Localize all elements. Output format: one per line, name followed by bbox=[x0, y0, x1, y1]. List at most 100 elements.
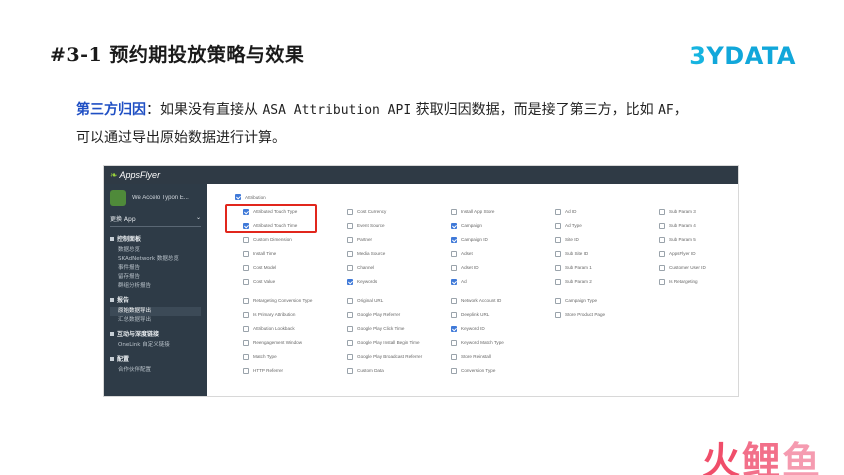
field-option[interactable]: Sub Param 1 bbox=[555, 264, 592, 271]
field-option[interactable]: Match Type bbox=[243, 353, 277, 360]
field-checkbox[interactable] bbox=[347, 236, 353, 243]
field-option[interactable]: Cost Value bbox=[243, 278, 275, 285]
field-option[interactable]: Retargeting Conversion Type bbox=[243, 297, 312, 304]
field-checkbox[interactable] bbox=[451, 297, 457, 304]
field-option[interactable]: Install Time bbox=[243, 250, 276, 257]
field-checkbox[interactable] bbox=[555, 250, 561, 257]
field-checkbox[interactable] bbox=[555, 297, 561, 304]
field-option[interactable]: Sub Param 2 bbox=[555, 278, 592, 285]
sidebar-group[interactable]: 报告 bbox=[110, 295, 201, 304]
field-checkbox[interactable] bbox=[347, 278, 353, 285]
field-option[interactable]: HTTP Referrer bbox=[243, 367, 283, 374]
field-option[interactable]: Campaign bbox=[451, 222, 482, 229]
field-checkbox[interactable] bbox=[555, 222, 561, 229]
field-checkbox[interactable] bbox=[451, 325, 457, 332]
sidebar-item[interactable]: 留存报告 bbox=[110, 273, 201, 282]
change-app-select[interactable]: 更换 App ⌄ bbox=[110, 214, 201, 227]
field-checkbox[interactable] bbox=[347, 222, 353, 229]
field-checkbox[interactable] bbox=[659, 236, 665, 243]
field-checkbox[interactable] bbox=[555, 264, 561, 271]
field-option[interactable]: Sub Param 3 bbox=[659, 208, 696, 215]
field-option[interactable]: Adset ID bbox=[451, 264, 479, 271]
field-option[interactable]: Is Primary Attribution bbox=[243, 311, 295, 318]
field-checkbox[interactable] bbox=[243, 264, 249, 271]
field-checkbox[interactable] bbox=[243, 339, 249, 346]
field-option[interactable]: Store Reinstall bbox=[451, 353, 491, 360]
field-option[interactable]: Keywords bbox=[347, 278, 377, 285]
field-checkbox[interactable] bbox=[243, 311, 249, 318]
field-option[interactable]: Ad ID bbox=[555, 208, 577, 215]
field-checkbox[interactable] bbox=[659, 264, 665, 271]
field-checkbox[interactable] bbox=[451, 208, 457, 215]
field-option[interactable]: Store Product Page bbox=[555, 311, 605, 318]
sidebar-group[interactable]: 配置 bbox=[110, 354, 201, 363]
field-option[interactable]: Sub Param 5 bbox=[659, 236, 696, 243]
field-option[interactable]: Custom Dimension bbox=[243, 236, 292, 243]
field-checkbox[interactable] bbox=[243, 236, 249, 243]
sidebar-group[interactable]: 控制面板 bbox=[110, 234, 201, 243]
field-option[interactable]: Ad bbox=[451, 278, 467, 285]
field-checkbox[interactable] bbox=[347, 311, 353, 318]
field-checkbox[interactable] bbox=[555, 311, 561, 318]
field-checkbox[interactable] bbox=[347, 250, 353, 257]
field-checkbox[interactable] bbox=[451, 339, 457, 346]
field-checkbox[interactable] bbox=[451, 367, 457, 374]
field-checkbox[interactable] bbox=[555, 278, 561, 285]
field-option[interactable]: Adset bbox=[451, 250, 473, 257]
field-option[interactable]: Keyword Match Type bbox=[451, 339, 504, 346]
field-option[interactable]: Campaign ID bbox=[451, 236, 488, 243]
app-switcher[interactable]: We Accelo Typon E... bbox=[110, 190, 201, 206]
field-checkbox[interactable] bbox=[451, 222, 457, 229]
field-checkbox[interactable] bbox=[347, 208, 353, 215]
field-option[interactable]: Deeplink URL bbox=[451, 311, 489, 318]
attribution-toggle[interactable]: Attribution bbox=[235, 194, 266, 200]
field-option[interactable]: Google Play Referrer bbox=[347, 311, 400, 318]
field-checkbox[interactable] bbox=[243, 250, 249, 257]
sidebar-item[interactable]: 事件报告 bbox=[110, 264, 201, 273]
field-checkbox[interactable] bbox=[451, 264, 457, 271]
field-checkbox[interactable] bbox=[659, 222, 665, 229]
field-option[interactable]: Cost Currency bbox=[347, 208, 386, 215]
field-option[interactable]: Event Source bbox=[347, 222, 385, 229]
field-checkbox[interactable] bbox=[659, 250, 665, 257]
field-option[interactable]: Google Play Broadcast Referrer bbox=[347, 353, 422, 360]
field-option[interactable]: Is Retargeting bbox=[659, 278, 698, 285]
field-option[interactable]: Conversion Type bbox=[451, 367, 495, 374]
field-checkbox[interactable] bbox=[347, 325, 353, 332]
field-option[interactable]: Google Play Click Time bbox=[347, 325, 405, 332]
field-option[interactable]: Customer User ID bbox=[659, 264, 706, 271]
field-checkbox[interactable] bbox=[243, 353, 249, 360]
field-option[interactable]: Campaign Type bbox=[555, 297, 597, 304]
field-checkbox[interactable] bbox=[451, 250, 457, 257]
field-checkbox[interactable] bbox=[659, 208, 665, 215]
field-checkbox[interactable] bbox=[347, 367, 353, 374]
field-option[interactable]: Media Source bbox=[347, 250, 385, 257]
field-option[interactable]: Network Account ID bbox=[451, 297, 501, 304]
field-checkbox[interactable] bbox=[347, 339, 353, 346]
field-checkbox[interactable] bbox=[347, 297, 353, 304]
sidebar-item[interactable]: SKAdNetwork 数据总览 bbox=[110, 255, 201, 264]
field-option[interactable]: Channel bbox=[347, 264, 374, 271]
field-checkbox[interactable] bbox=[555, 236, 561, 243]
field-checkbox[interactable] bbox=[451, 278, 457, 285]
sidebar-item[interactable]: 原始数据导出 bbox=[110, 307, 201, 316]
field-checkbox[interactable] bbox=[347, 353, 353, 360]
field-checkbox[interactable] bbox=[243, 297, 249, 304]
field-option[interactable]: Sub Site ID bbox=[555, 250, 588, 257]
field-option[interactable]: Cost Model bbox=[243, 264, 276, 271]
field-option[interactable]: Reengagement Window bbox=[243, 339, 302, 346]
field-option[interactable]: Original URL bbox=[347, 297, 383, 304]
sidebar-item[interactable]: OneLink 自定义链接 bbox=[110, 341, 201, 350]
field-option[interactable]: AppsFlyer ID bbox=[659, 250, 696, 257]
field-option[interactable]: Partner bbox=[347, 236, 372, 243]
field-checkbox[interactable] bbox=[451, 353, 457, 360]
field-option[interactable]: Custom Data bbox=[347, 367, 384, 374]
field-option[interactable]: Install App Store bbox=[451, 208, 494, 215]
sidebar-item[interactable]: 数据总览 bbox=[110, 246, 201, 255]
field-checkbox[interactable] bbox=[451, 236, 457, 243]
field-checkbox[interactable] bbox=[243, 278, 249, 285]
attribution-checkbox[interactable] bbox=[235, 194, 241, 200]
field-option[interactable]: Ad Type bbox=[555, 222, 582, 229]
field-checkbox[interactable] bbox=[555, 208, 561, 215]
field-checkbox[interactable] bbox=[243, 367, 249, 374]
